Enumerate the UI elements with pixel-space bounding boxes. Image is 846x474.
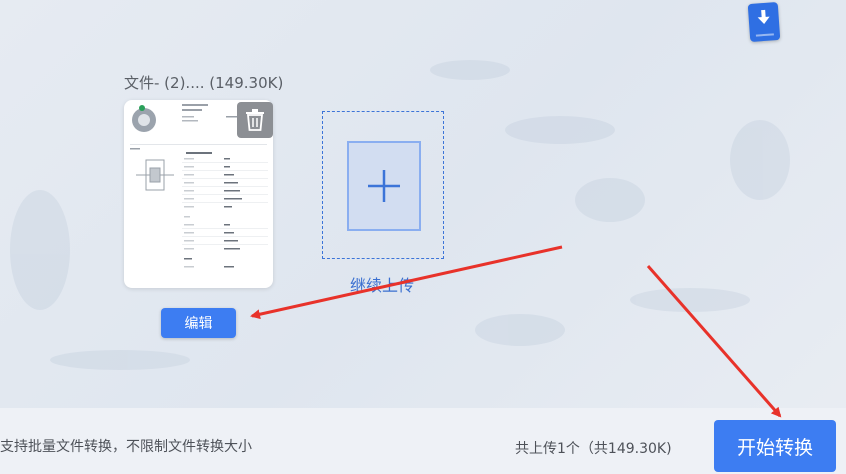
start-convert-button[interactable]: 开始转换	[714, 420, 836, 472]
file-name-label: 文件- (2).... (149.30K)	[124, 74, 284, 92]
add-file-button[interactable]	[347, 141, 421, 231]
badge-bar	[755, 33, 774, 37]
download-app-badge[interactable]	[747, 1, 781, 43]
edit-button[interactable]: 编辑	[161, 308, 236, 338]
batch-support-note: 支持批量文件转换，不限制文件转换大小	[0, 439, 252, 455]
plus-icon	[368, 170, 400, 202]
download-icon	[757, 9, 770, 24]
delete-file-button[interactable]	[237, 102, 273, 138]
arrow-to-start	[646, 265, 782, 418]
continue-upload-link[interactable]: 继续上传	[350, 272, 414, 296]
trash-icon	[246, 109, 264, 131]
upload-count: 共上传1个（共149.30K)	[515, 441, 672, 457]
